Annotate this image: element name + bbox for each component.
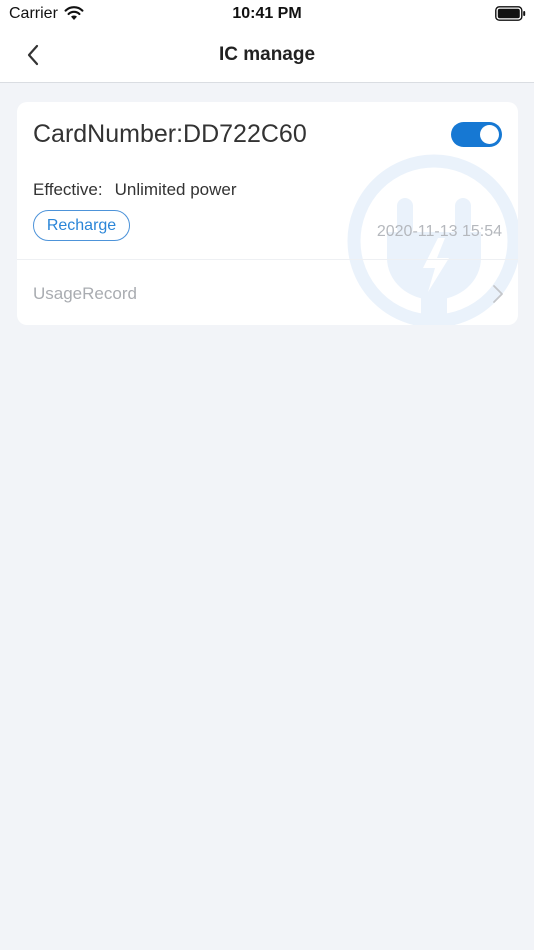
chevron-right-icon — [493, 285, 503, 303]
battery-icon — [495, 6, 526, 21]
ic-card: CardNumber:DD722C60 Effective: Unlimited … — [17, 102, 518, 325]
recharge-button[interactable]: Recharge — [33, 210, 130, 241]
card-number: CardNumber:DD722C60 — [33, 120, 307, 148]
usage-record-row[interactable]: UsageRecord — [17, 260, 518, 325]
card-timestamp: 2020-11-13 15:54 — [376, 223, 502, 240]
usage-record-label: UsageRecord — [33, 284, 137, 303]
effective-row: Effective: Unlimited power — [33, 180, 237, 200]
page-title: IC manage — [218, 44, 316, 65]
toggle-knob — [480, 125, 499, 144]
navigation-bar: IC manage — [0, 30, 534, 83]
status-bar: Carrier 10:41 PM — [0, 0, 534, 30]
card-enable-toggle[interactable] — [451, 122, 502, 147]
effective-value: Unlimited power — [114, 180, 237, 199]
effective-label: Effective: — [33, 180, 103, 199]
clock: 10:41 PM — [232, 5, 302, 22]
